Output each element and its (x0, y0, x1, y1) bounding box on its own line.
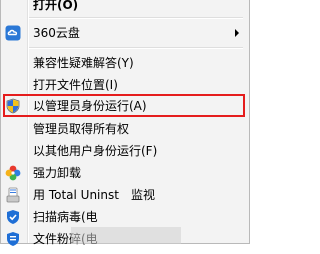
menu-item-open-file-location-label: 打开文件位置(I) (33, 78, 118, 92)
menu-item-compat-troubleshoot-label: 兼容性疑难解答(Y) (33, 56, 134, 70)
menu-item-scan-virus-label: 扫描病毒(电 (33, 210, 98, 224)
cloud-icon (5, 25, 21, 41)
shield-scan-icon (5, 209, 21, 225)
total-uninstall-icon (5, 187, 21, 203)
menu-item-run-as-admin-label: 以管理员身份运行(A) (33, 99, 147, 113)
menu-item-take-ownership-label: 管理员取得所有权 (33, 122, 130, 136)
right-margin (250, 0, 258, 244)
menu-item-run-as-other-user[interactable]: 以其他用户身份运行(F) (1, 140, 249, 162)
uac-shield-icon (5, 98, 21, 114)
menu-item-open-label: 打开(O) (33, 0, 79, 12)
menu-item-total-uninstall-label: 用 Total Uninst (33, 188, 119, 202)
tooltip-overlay (71, 227, 181, 244)
menu-item-force-uninstall[interactable]: 强力卸载 (1, 162, 249, 184)
menu-item-compat-troubleshoot[interactable]: 兼容性疑难解答(Y) (1, 52, 249, 74)
context-menu: 打开(O) 360云盘 兼容性疑难解答(Y) 打开文件位置(I) 以管理员身份运… (0, 0, 250, 247)
shield-shred-icon (5, 231, 21, 247)
menu-item-open[interactable]: 打开(O) (1, 0, 249, 16)
menu-separator (29, 47, 243, 48)
menu-item-run-as-admin[interactable]: 以管理员身份运行(A) (1, 95, 249, 117)
menu-item-open-file-location[interactable]: 打开文件位置(I) (1, 74, 249, 96)
menu-item-360-cloud-label: 360云盘 (33, 26, 80, 40)
menu-item-scan-virus[interactable]: 扫描病毒(电 (1, 206, 249, 228)
menu-separator (29, 17, 243, 18)
menu-item-total-uninstall[interactable]: 用 Total Uninst (1, 184, 249, 206)
menu-item-360-cloud[interactable]: 360云盘 (1, 22, 249, 44)
overlay-text: 监视 (131, 184, 155, 206)
overlay-text-label: 监视 (131, 188, 156, 202)
clover-icon (5, 165, 21, 181)
menu-item-run-as-other-user-label: 以其他用户身份运行(F) (33, 144, 158, 158)
menu-item-force-uninstall-label: 强力卸载 (33, 166, 82, 180)
menu-item-take-ownership[interactable]: 管理员取得所有权 (1, 118, 249, 140)
chevron-right-icon (235, 29, 239, 37)
